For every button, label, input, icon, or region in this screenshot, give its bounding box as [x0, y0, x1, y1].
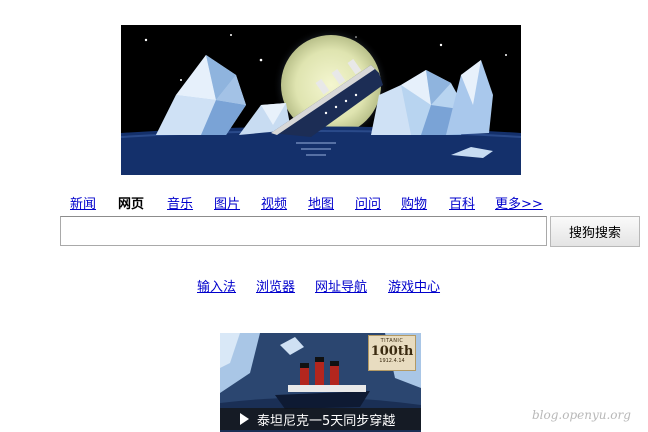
link-browser[interactable]: 浏览器 — [256, 276, 295, 295]
nav-item-map[interactable]: 地图 — [308, 193, 334, 212]
link-game-center[interactable]: 游戏中心 — [388, 276, 440, 295]
nav-item-music[interactable]: 音乐 — [167, 193, 193, 212]
search-input[interactable] — [60, 216, 547, 246]
nav-item-wenwen[interactable]: 问问 — [355, 193, 381, 212]
link-url-nav[interactable]: 网址导航 — [315, 276, 367, 295]
category-nav: 新闻 网页 音乐 图片 视频 地图 问问 购物 百科 更多>> — [60, 193, 560, 213]
product-links: 输入法 浏览器 网址导航 游戏中心 — [0, 276, 648, 296]
nav-item-more[interactable]: 更多>> — [495, 193, 543, 212]
nav-item-news[interactable]: 新闻 — [70, 193, 96, 212]
nav-item-shopping[interactable]: 购物 — [401, 193, 427, 212]
titanic-doodle-illustration — [121, 25, 521, 175]
titanic-promo-banner[interactable]: TITANIC 100th 1912.4.14 泰坦尼克一5天同步穿越 — [220, 333, 421, 432]
link-input-method[interactable]: 输入法 — [197, 276, 236, 295]
nav-item-video[interactable]: 视频 — [261, 193, 287, 212]
badge-date: 1912.4.14 — [379, 358, 405, 364]
play-icon — [240, 413, 249, 425]
doodle-logo[interactable] — [121, 25, 521, 175]
badge-number: 100th — [370, 344, 414, 359]
nav-item-web-current: 网页 — [118, 197, 145, 212]
promo-caption-text: 泰坦尼克一5天同步穿越 — [257, 413, 396, 429]
blog-watermark: blog.openyu.org — [532, 408, 631, 422]
search-button[interactable]: 搜狗搜索 — [550, 216, 640, 247]
titanic-100th-badge: TITANIC 100th 1912.4.14 — [368, 335, 416, 371]
promo-caption-bar[interactable]: 泰坦尼克一5天同步穿越 — [220, 408, 421, 430]
nav-item-baike[interactable]: 百科 — [449, 193, 475, 212]
nav-item-images[interactable]: 图片 — [214, 193, 240, 212]
